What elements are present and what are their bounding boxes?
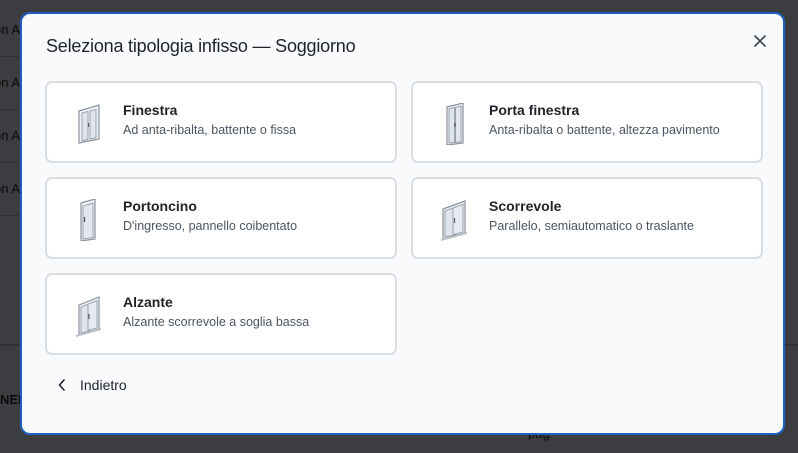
modal-title: Seleziona tipologia infisso — Soggiorno [46, 36, 356, 56]
sliding-window-icon [441, 200, 467, 241]
option-title: Portoncino [123, 198, 197, 214]
option-title: Porta finestra [489, 102, 580, 118]
option-title: Finestra [123, 102, 178, 118]
chevron-left-icon [58, 379, 65, 391]
option-description: Anta-ribalta o battente, altezza pavimen… [489, 123, 720, 137]
background-footer-label: NEN [0, 392, 22, 407]
close-button[interactable] [749, 30, 771, 52]
option-description: D'ingresso, pannello coibentato [123, 219, 298, 233]
window-icon [78, 104, 100, 144]
background-row-text: on A [0, 128, 21, 143]
option-title: Alzante [123, 294, 173, 310]
option-card-portoncino[interactable]: Portoncino D'ingresso, pannello coibenta… [45, 177, 397, 259]
entrance-door-icon [80, 199, 96, 241]
option-card-scorrevole[interactable]: Scorrevole Parallelo, semiautomatico o t… [411, 177, 763, 259]
option-card-finestra[interactable]: Finestra Ad anta-ribalta, battente o fis… [45, 81, 397, 163]
background-row-text: on A [0, 75, 21, 90]
background-row-text: on A [0, 181, 21, 196]
option-card-alzante[interactable]: Alzante Alzante scorrevole a soglia bass… [45, 273, 397, 355]
back-button[interactable]: Indietro [58, 377, 127, 393]
option-grid: Finestra Ad anta-ribalta, battente o fis… [45, 81, 763, 355]
option-description: Alzante scorrevole a soglia bassa [123, 315, 310, 329]
select-window-type-modal: Seleziona tipologia infisso — Soggiorno … [20, 12, 785, 435]
close-icon [754, 35, 766, 47]
option-card-porta-finestra[interactable]: Porta finestra Anta-ribalta o battente, … [411, 81, 763, 163]
option-description: Parallelo, semiautomatico o traslante [489, 219, 694, 233]
back-label: Indietro [80, 377, 127, 393]
background-row-text: on A [0, 22, 21, 37]
option-description: Ad anta-ribalta, battente o fissa [123, 123, 297, 137]
french-door-icon [446, 103, 464, 145]
option-title: Scorrevole [489, 198, 562, 214]
lift-slide-icon [76, 296, 101, 337]
